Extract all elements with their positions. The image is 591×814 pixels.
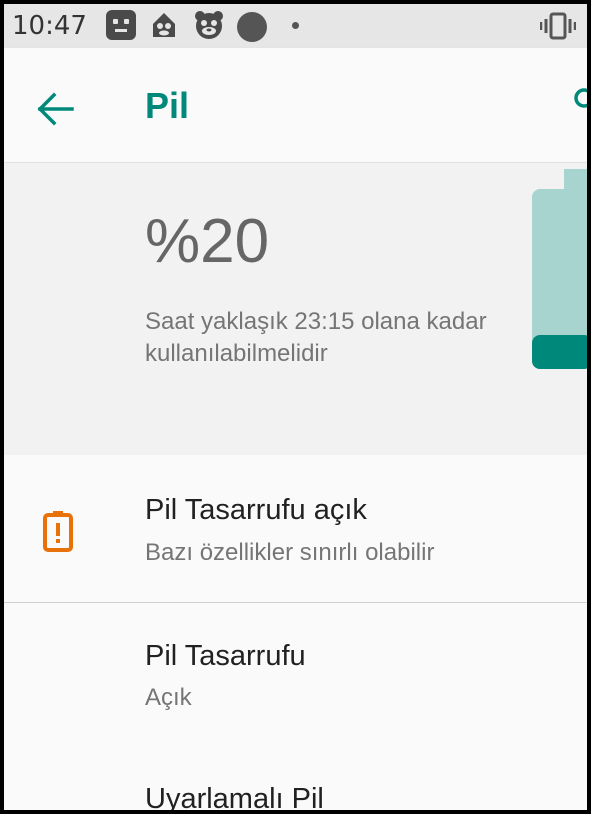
battery-saver-on-title: Pil Tasarrufu açık [145, 494, 367, 526]
status-time: 10:47 [12, 11, 87, 41]
battery-percent: %20 [145, 207, 270, 276]
search-icon[interactable] [570, 86, 587, 116]
adaptive-battery-title: Uyarlamalı Pil [145, 783, 324, 810]
back-button[interactable] [32, 86, 78, 132]
battery-fill [532, 335, 587, 369]
vibrate-icon [540, 12, 576, 40]
battery-estimate: Saat yaklaşık 23:15 olana kadar kullanıl… [145, 308, 487, 367]
list-item-battery-saver-on[interactable] [4, 456, 587, 602]
arrow-left-icon [37, 92, 74, 126]
battery-saver-title: Pil Tasarrufu [145, 640, 306, 672]
battery-alert-icon [43, 511, 73, 552]
robot-icon [106, 10, 136, 40]
page-title: Pil [145, 85, 190, 126]
app-bar: Pil [4, 48, 587, 162]
monkey-icon [153, 13, 175, 37]
circle-icon [237, 12, 267, 42]
battery-saver-on-subtitle: Bazı özellikler sınırlı olabilir [145, 539, 435, 566]
battery-saver-subtitle: Açık [145, 684, 192, 711]
dot-icon [292, 22, 299, 29]
battery-summary: %20 Saat yaklaşık 23:15 olana kadar kull… [4, 163, 587, 455]
list-item-battery-saver[interactable] [4, 603, 587, 743]
status-bar: 10:47 [4, 4, 587, 48]
screen: 10:47 Pil %20 Saat yaklaşık 23:15 olana … [4, 4, 587, 810]
battery-level-graphic [532, 169, 587, 369]
bear-icon [195, 11, 223, 39]
